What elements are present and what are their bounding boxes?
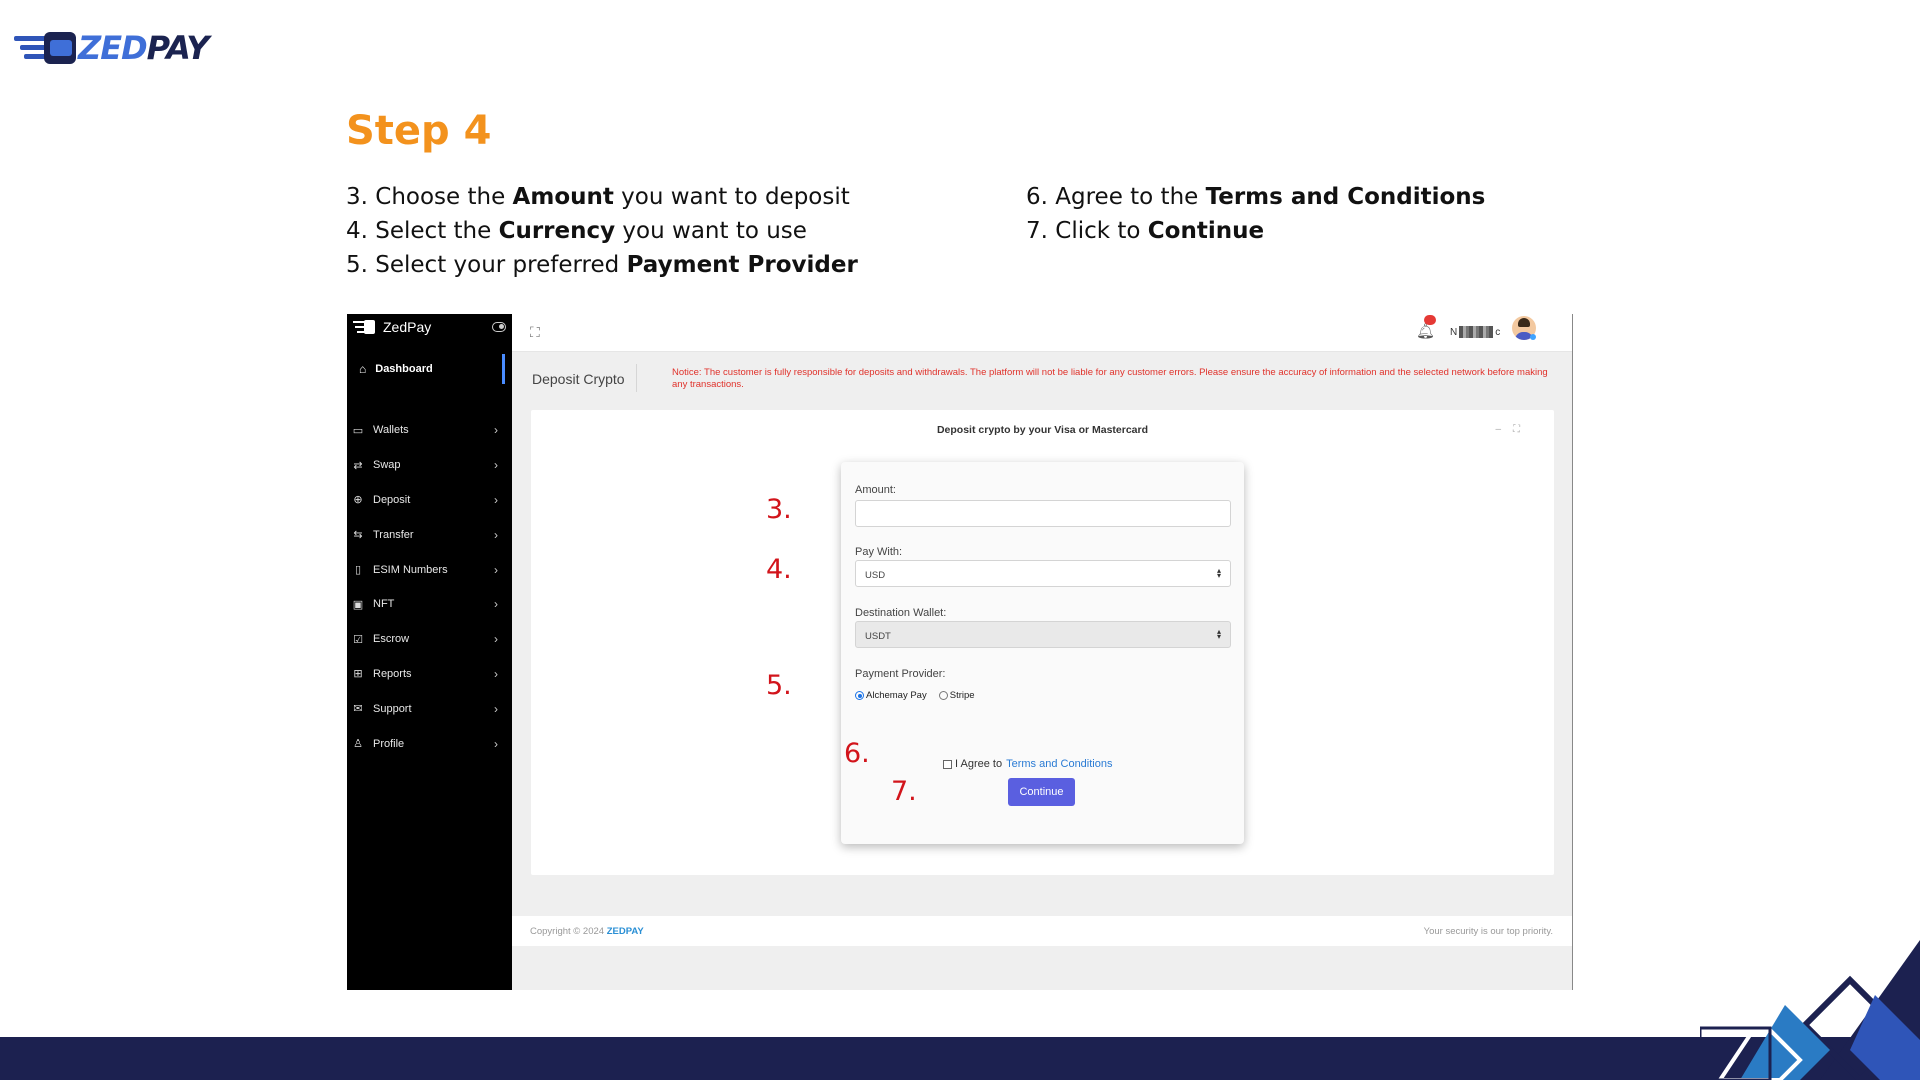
select-caret-icon: ▴ ▾ <box>1216 566 1221 580</box>
radio-label: Stripe <box>949 690 975 701</box>
divider <box>636 364 637 392</box>
mail-icon: ✉ <box>353 703 363 716</box>
sidebar-item-swap[interactable]: ⇄ Swap › <box>347 448 512 483</box>
transfer-icon: ⇆ <box>353 529 363 542</box>
sidebar-item-wallets[interactable]: ▭ Wallets › <box>347 413 512 448</box>
username[interactable]: Nc <box>1450 325 1510 339</box>
amount-label: Amount: <box>855 484 896 496</box>
swap-icon: ⇄ <box>353 459 363 472</box>
step-marker-5: 5. <box>766 670 792 701</box>
sidebar-item-transfer[interactable]: ⇆ Transfer › <box>347 517 512 552</box>
topbar: ⛶ 🔔︎ Nc <box>512 314 1572 352</box>
instruction-item: 4. Select the Currency you want to use <box>346 218 807 244</box>
corner-decoration <box>1700 940 1920 1080</box>
chevron-right-icon: › <box>494 632 498 647</box>
chevron-right-icon: › <box>494 701 498 716</box>
fullscreen-icon[interactable]: ⛶ <box>530 324 540 341</box>
radio-label: Alchemay Pay <box>866 690 927 701</box>
step-marker-6: 6. <box>844 738 870 769</box>
slide: ZEDPAY Step 4 3. Choose the Amount you w… <box>0 0 1920 1080</box>
continue-button[interactable]: Continue <box>1008 778 1075 806</box>
brand-zed: ZED <box>78 29 148 67</box>
sidebar-item-label: Dashboard <box>375 363 433 375</box>
wallet-icon: ▭ <box>352 424 364 437</box>
sidebar-item-esim-numbers[interactable]: ▯ ESIM Numbers › <box>347 552 512 587</box>
brand-pay: PAY <box>146 29 210 67</box>
sidebar-item-deposit[interactable]: ⊕ Deposit › <box>347 483 512 518</box>
instruction-item: 6. Agree to the Terms and Conditions <box>1026 184 1486 210</box>
app-screenshot: ZedPay ⌂ Dashboard ▭ Wallets › ⇄ Swap › ⊕ Dep… <box>347 314 1573 990</box>
instruction-item: 7. Click to Continue <box>1026 218 1265 244</box>
sidebar-item-dashboard[interactable]: ⌂ Dashboard <box>353 354 505 384</box>
sidebar-menu: ▭ Wallets › ⇄ Swap › ⊕ Deposit › ⇆ Transfer › ▯ E… <box>347 413 512 761</box>
page-header: Deposit Crypto Notice: The customer is f… <box>512 352 1572 404</box>
destination-wallet-label: Destination Wallet: <box>855 607 947 619</box>
sidebar-item-nft[interactable]: ▣ NFT › <box>347 587 512 622</box>
check-square-icon: ☑ <box>353 633 363 646</box>
sidebar-item-profile[interactable]: ♙ Profile › <box>347 726 512 761</box>
card-tools: –⛶ <box>1495 424 1532 435</box>
instruction-item: 3. Choose the Amount you want to deposit <box>346 184 850 210</box>
brand-wordmark: ZEDPAY <box>78 29 210 67</box>
maximize-icon[interactable]: ⛶ <box>1513 424 1532 435</box>
notice-text: Notice: The customer is fully responsibl… <box>672 367 1548 390</box>
bottom-band <box>0 1037 1920 1080</box>
chevron-right-icon: › <box>494 562 498 577</box>
pay-with-select[interactable]: USD ▴ ▾ <box>855 560 1231 587</box>
copyright: Copyright © 2024 ZEDPAY <box>530 926 644 937</box>
sidebar-item-reports[interactable]: ⊞ Reports › <box>347 657 512 692</box>
select-caret-icon: ▴ ▾ <box>1216 627 1221 641</box>
amount-input[interactable] <box>855 500 1231 527</box>
terms-link[interactable]: Terms and Conditions <box>1006 758 1112 770</box>
chevron-right-icon: › <box>494 736 498 751</box>
sidebar-item-escrow[interactable]: ☑ Escrow › <box>347 622 512 657</box>
phone-icon: ▯ <box>354 564 362 577</box>
chevron-right-icon: › <box>494 458 498 473</box>
instructions-right: 6. Agree to the Terms and Conditions 7. … <box>1026 180 1485 248</box>
app-footer: Copyright © 2024 ZEDPAY Your security is… <box>512 916 1572 946</box>
plus-circle-icon: ⊕ <box>353 494 363 507</box>
chevron-right-icon: › <box>494 666 498 681</box>
instruction-item: 5. Select your preferred Payment Provide… <box>346 252 858 278</box>
footer-brand-link[interactable]: ZEDPAY <box>607 926 644 937</box>
security-note: Your security is our top priority. <box>1423 926 1553 937</box>
pay-with-label: Pay With: <box>855 546 903 558</box>
destination-wallet-select[interactable]: USDT ▴ ▾ <box>855 621 1231 648</box>
radio-alchemay-pay[interactable] <box>855 691 864 700</box>
sidebar-header: ZedPay <box>347 314 512 340</box>
chevron-right-icon: › <box>494 597 498 612</box>
payment-provider-options: Alchemay Pay Stripe <box>855 690 975 701</box>
page-title: Deposit Crypto <box>532 371 625 387</box>
zedpay-logo: ZEDPAY <box>14 28 210 68</box>
step-marker-7: 7. <box>891 776 917 807</box>
radio-stripe[interactable] <box>938 691 948 700</box>
sidebar: ZedPay ⌂ Dashboard ▭ Wallets › ⇄ Swap › ⊕ Dep… <box>347 314 512 990</box>
step-marker-3: 3. <box>766 494 792 525</box>
grid-icon: ⊞ <box>353 668 363 681</box>
payment-provider-label: Payment Provider: <box>855 668 946 680</box>
card-title: Deposit crypto by your Visa or Mastercar… <box>936 424 1149 436</box>
terms-checkbox[interactable] <box>943 759 952 769</box>
chevron-right-icon: › <box>494 492 498 507</box>
sidebar-toggle-icon[interactable] <box>492 322 506 332</box>
chevron-right-icon: › <box>494 527 498 542</box>
sidebar-item-support[interactable]: ✉ Support › <box>347 691 512 726</box>
chevron-right-icon: › <box>494 423 498 438</box>
notification-badge <box>1424 315 1436 325</box>
step-title: Step 4 <box>346 108 492 154</box>
minimize-icon[interactable]: – <box>1495 424 1513 435</box>
app-name: ZedPay <box>383 319 432 335</box>
deposit-card: Deposit crypto by your Visa or Mastercar… <box>531 410 1554 875</box>
speed-lines-icon <box>14 32 76 64</box>
redacted-name <box>1459 326 1494 338</box>
image-icon: ▣ <box>352 598 364 611</box>
terms-agreement: I Agree to Terms and Conditions <box>943 758 1112 770</box>
step-marker-4: 4. <box>766 554 792 585</box>
online-status-dot <box>1530 334 1536 340</box>
home-icon: ⌂ <box>359 362 367 376</box>
app-logo-icon <box>353 320 375 334</box>
instructions-left: 3. Choose the Amount you want to deposit… <box>346 180 858 282</box>
user-icon: ♙ <box>353 738 363 751</box>
